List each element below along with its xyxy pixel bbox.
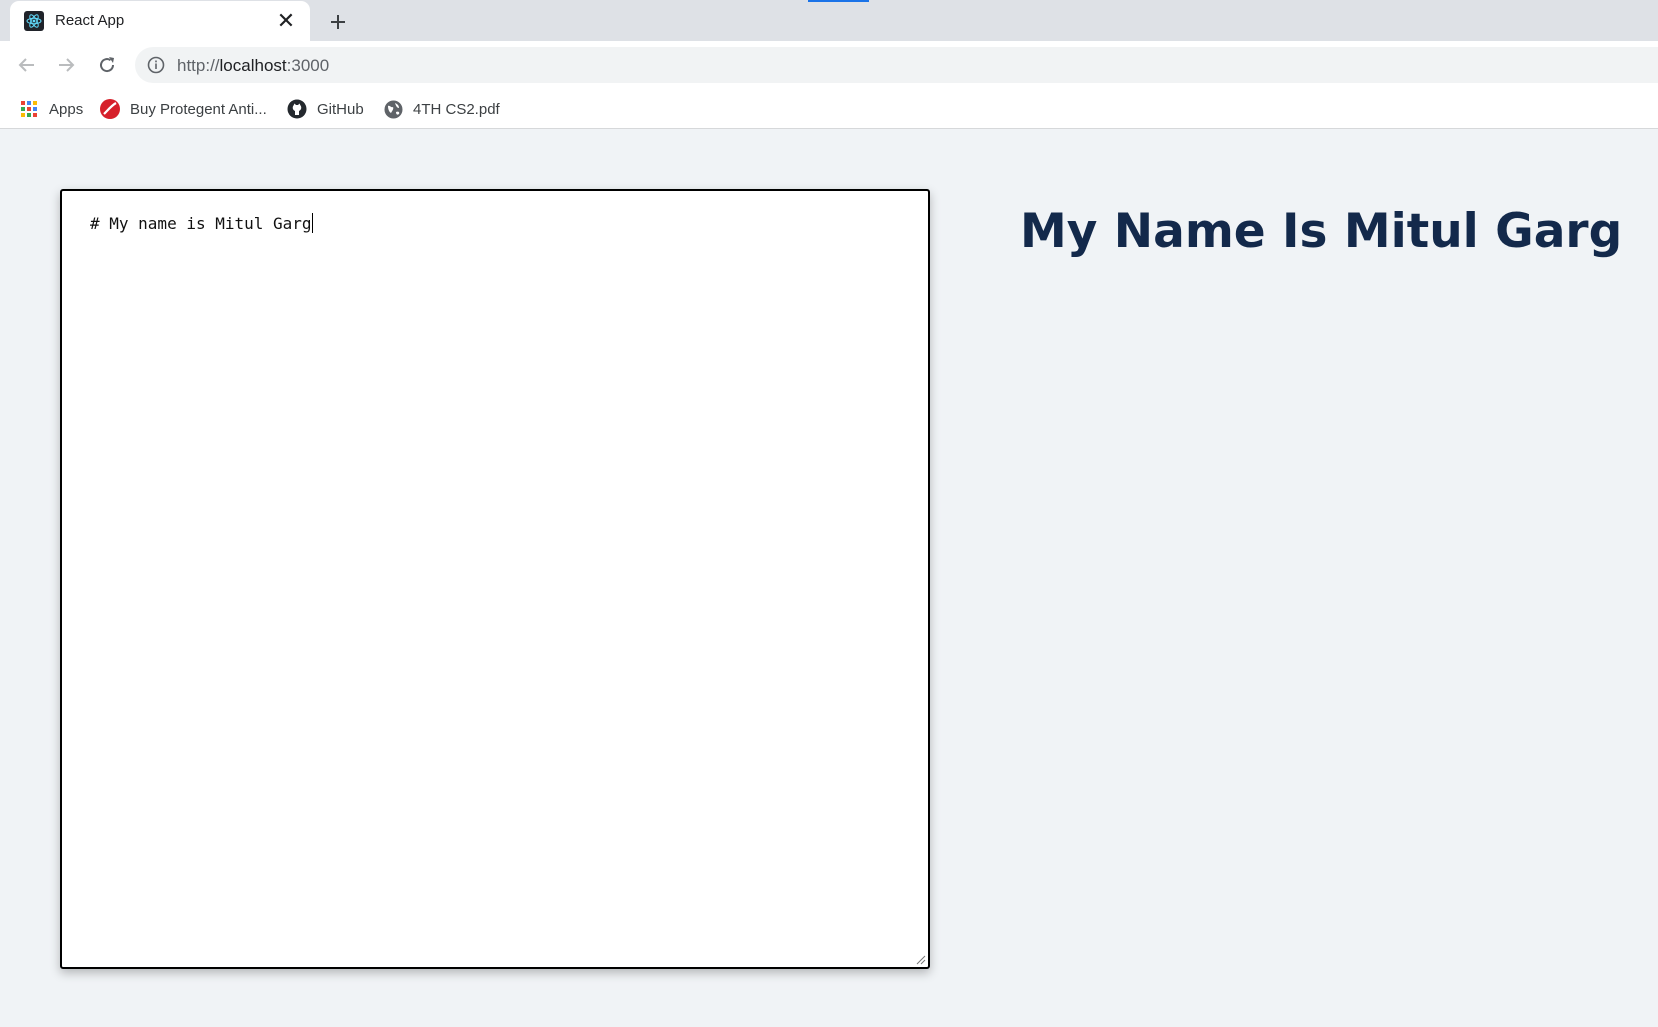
text-caret <box>311 213 313 233</box>
page-content: # My name is Mitul Garg My Name Is Mitul… <box>0 129 1658 1027</box>
url-port: :3000 <box>286 56 330 75</box>
markdown-input-text: # My name is Mitul Garg <box>90 214 312 233</box>
bookmark-label: GitHub <box>317 100 364 118</box>
info-icon[interactable] <box>147 56 165 74</box>
back-button[interactable] <box>13 51 41 79</box>
protegent-icon <box>99 98 121 120</box>
url-text[interactable]: http://localhost:3000 <box>177 56 329 76</box>
bookmark-label: Buy Protegent Anti... <box>130 100 267 118</box>
forward-button[interactable] <box>52 51 80 79</box>
bookmark-apps[interactable]: Apps <box>18 95 83 123</box>
tab-drag-indicator <box>808 0 869 2</box>
url-protocol: http:// <box>177 56 220 75</box>
github-icon <box>286 98 308 120</box>
tab-strip: React App ✕ <box>0 0 1658 41</box>
reload-icon <box>100 57 115 73</box>
plus-icon <box>331 15 345 29</box>
bookmarks-bar: Apps Buy Protegent Anti... GitHub 4TH CS… <box>0 89 1658 129</box>
arrow-right-icon <box>59 58 75 72</box>
preview-heading: My Name Is Mitul Garg <box>1020 204 1623 259</box>
markdown-input[interactable]: # My name is Mitul Garg <box>60 189 930 969</box>
browser-toolbar: http://localhost:3000 <box>0 41 1658 89</box>
arrow-left-icon <box>18 58 34 72</box>
browser-tab-react-app[interactable]: React App ✕ <box>10 1 310 41</box>
bookmark-github[interactable]: GitHub <box>286 95 364 123</box>
new-tab-button[interactable] <box>324 8 352 36</box>
reload-button[interactable] <box>93 51 121 79</box>
url-host: localhost <box>219 56 287 75</box>
globe-icon <box>382 98 404 120</box>
bookmark-protegent[interactable]: Buy Protegent Anti... <box>99 95 267 123</box>
tab-title: React App <box>55 12 125 29</box>
apps-grid-icon <box>18 98 40 120</box>
react-logo-icon <box>24 11 44 31</box>
resize-handle-icon[interactable] <box>914 953 926 965</box>
address-bar[interactable]: http://localhost:3000 <box>135 47 1658 83</box>
bookmark-pdf[interactable]: 4TH CS2.pdf <box>382 95 500 123</box>
bookmark-label: Apps <box>49 100 84 118</box>
tab-close-icon[interactable]: ✕ <box>274 9 298 33</box>
bookmark-label: 4TH CS2.pdf <box>413 100 500 118</box>
